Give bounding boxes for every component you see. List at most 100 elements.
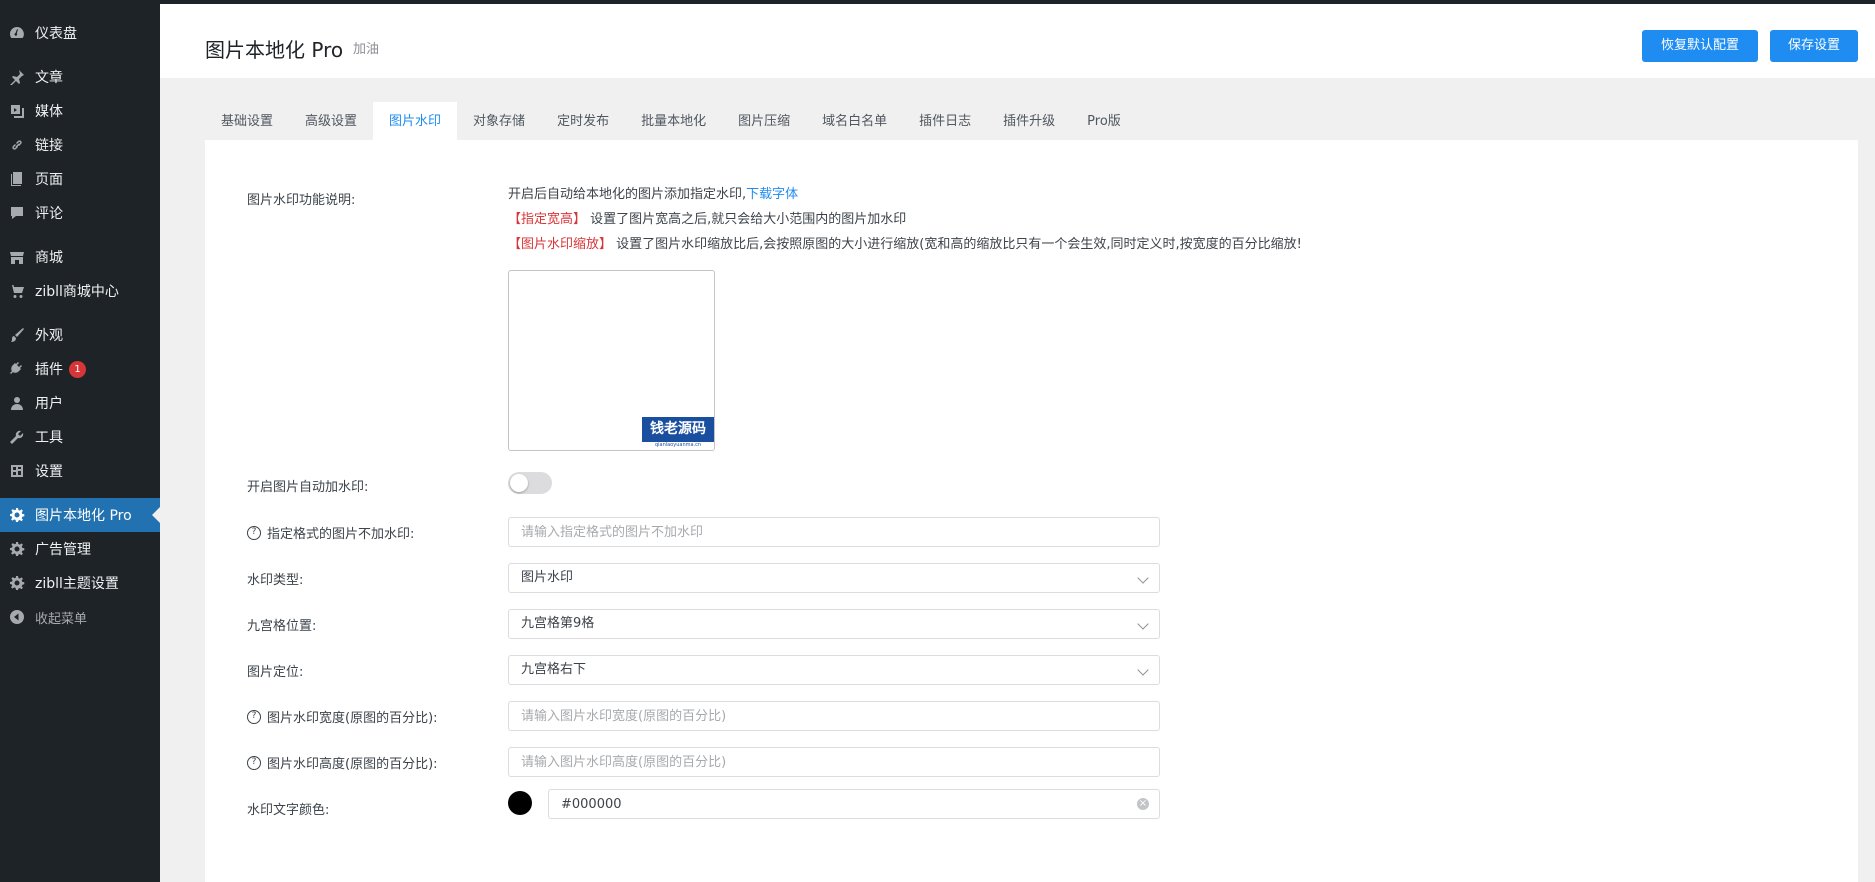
sidebar-item-store[interactable]: 商城 bbox=[0, 240, 160, 274]
admin-menu: 仪表盘 文章 媒体 链接 页面 评论 商城 zibll商城中心 外观 插件 1 … bbox=[0, 0, 160, 634]
clear-icon[interactable]: × bbox=[1137, 798, 1149, 810]
sidebar-item-label: 链接 bbox=[35, 138, 63, 154]
tab-scheduled-publish[interactable]: 定时发布 bbox=[541, 102, 625, 140]
tab-basic-settings[interactable]: 基础设置 bbox=[205, 102, 289, 140]
tab-batch-localize[interactable]: 批量本地化 bbox=[625, 102, 722, 140]
gear-icon bbox=[8, 506, 26, 524]
tab-pro-version[interactable]: Pro版 bbox=[1071, 102, 1137, 140]
watermark-width-input[interactable] bbox=[509, 702, 1153, 730]
exclude-formats-field[interactable] bbox=[508, 517, 1160, 547]
color-swatch[interactable] bbox=[508, 791, 532, 815]
description-line-2: 【指定宽高】 设置了图片宽高之后,就只会给大小范围内的图片加水印 bbox=[508, 212, 907, 227]
watermark-width-label: ? 图片水印宽度(原图的百分比): bbox=[247, 707, 438, 726]
sidebar-item-users[interactable]: 用户 bbox=[0, 386, 160, 420]
page-title: 图片本地化 Pro bbox=[205, 38, 344, 62]
tab-image-watermark[interactable]: 图片水印 bbox=[373, 102, 458, 140]
sidebar-item-label: 评论 bbox=[35, 206, 63, 222]
sidebar-item-label: 页面 bbox=[35, 172, 63, 188]
link-icon bbox=[8, 136, 26, 154]
sidebar-item-zibll-theme-settings[interactable]: zibll主题设置 bbox=[0, 566, 160, 600]
image-position-select[interactable]: 九宫格右下 bbox=[508, 655, 1160, 685]
tab-image-compression[interactable]: 图片压缩 bbox=[722, 102, 806, 140]
tab-advanced-settings[interactable]: 高级设置 bbox=[289, 102, 373, 140]
pin-icon bbox=[8, 68, 26, 86]
auto-watermark-label: 开启图片自动加水印: bbox=[247, 480, 369, 495]
watermark-description: 开启后自动给本地化的图片添加指定水印,下载字体 【指定宽高】 设置了图片宽高之后… bbox=[508, 182, 1302, 257]
exclude-formats-label: ? 指定格式的图片不加水印: bbox=[247, 523, 414, 542]
sidebar-item-media[interactable]: 媒体 bbox=[0, 94, 160, 128]
select-value: 九宫格第9格 bbox=[521, 616, 595, 631]
tab-plugin-upgrade[interactable]: 插件升级 bbox=[987, 102, 1071, 140]
grid-position-select[interactable]: 九宫格第9格 bbox=[508, 609, 1160, 639]
sidebar-item-posts[interactable]: 文章 bbox=[0, 60, 160, 94]
sidebar-item-links[interactable]: 链接 bbox=[0, 128, 160, 162]
sidebar-item-pages[interactable]: 页面 bbox=[0, 162, 160, 196]
chevron-down-icon bbox=[1137, 664, 1149, 676]
dashboard-icon bbox=[8, 24, 26, 42]
sidebar-item-label: 仪表盘 bbox=[35, 26, 77, 42]
sidebar-item-dashboard[interactable]: 仪表盘 bbox=[0, 16, 160, 50]
sidebar-item-label: 插件 bbox=[35, 362, 63, 378]
sidebar-item-zibll-store[interactable]: zibll商城中心 bbox=[0, 274, 160, 308]
auto-watermark-toggle[interactable] bbox=[508, 472, 552, 494]
watermark-preview: 钱老源码 qianlaoyuanma.cn bbox=[508, 270, 715, 451]
download-font-link[interactable]: 下载字体 bbox=[746, 187, 798, 202]
sidebar-item-label: 设置 bbox=[35, 464, 63, 480]
watermark-description-label: 图片水印功能说明: bbox=[247, 193, 356, 208]
sidebar-item-appearance[interactable]: 外观 bbox=[0, 318, 160, 352]
tab-plugin-log[interactable]: 插件日志 bbox=[903, 102, 987, 140]
description-line-3: 【图片水印缩放】 设置了图片水印缩放比后,会按照原图的大小进行缩放(宽和高的缩放… bbox=[508, 237, 1302, 252]
chevron-down-icon bbox=[1137, 618, 1149, 630]
sidebar-item-plugins[interactable]: 插件 1 bbox=[0, 352, 160, 386]
sidebar-item-label: 工具 bbox=[35, 430, 63, 446]
sidebar-item-tools[interactable]: 工具 bbox=[0, 420, 160, 454]
watermark-settings-panel: 图片水印功能说明: 开启后自动给本地化的图片添加指定水印,下载字体 【指定宽高】… bbox=[205, 140, 1858, 882]
image-position-label: 图片定位: bbox=[247, 665, 304, 680]
plugin-icon bbox=[8, 360, 26, 378]
sidebar-item-comments[interactable]: 评论 bbox=[0, 196, 160, 230]
page-subtitle: 加油 bbox=[353, 42, 380, 57]
tab-object-storage[interactable]: 对象存储 bbox=[457, 102, 541, 140]
watermark-height-input[interactable] bbox=[509, 748, 1153, 776]
sidebar-item-label: 外观 bbox=[35, 328, 63, 344]
watermark-logo: 钱老源码 qianlaoyuanma.cn bbox=[642, 417, 714, 448]
update-count-badge: 1 bbox=[69, 360, 86, 378]
media-icon bbox=[8, 102, 26, 120]
tab-domain-whitelist[interactable]: 域名白名单 bbox=[806, 102, 903, 140]
sidebar-item-label: 图片本地化 Pro bbox=[35, 508, 132, 524]
page-icon bbox=[8, 170, 26, 188]
admin-sidebar: 仪表盘 文章 媒体 链接 页面 评论 商城 zibll商城中心 外观 插件 1 … bbox=[0, 0, 160, 882]
text-color-input[interactable] bbox=[549, 790, 1133, 818]
text-color-label: 水印文字颜色: bbox=[247, 803, 330, 818]
watermark-height-field[interactable] bbox=[508, 747, 1160, 777]
restore-defaults-button[interactable]: 恢复默认配置 bbox=[1642, 30, 1758, 62]
description-line-1: 开启后自动给本地化的图片添加指定水印,下载字体 bbox=[508, 187, 799, 202]
exclude-formats-input[interactable] bbox=[509, 518, 1153, 546]
watermark-width-field[interactable] bbox=[508, 701, 1160, 731]
toggle-knob bbox=[510, 474, 528, 492]
help-icon[interactable]: ? bbox=[247, 525, 261, 540]
comment-icon bbox=[8, 204, 26, 222]
sidebar-item-label: zibll商城中心 bbox=[35, 284, 119, 300]
sidebar-item-label: 媒体 bbox=[35, 104, 63, 120]
watermark-type-label: 水印类型: bbox=[247, 573, 304, 588]
select-value: 图片水印 bbox=[521, 570, 574, 585]
help-icon[interactable]: ? bbox=[247, 709, 261, 724]
collapse-menu-button[interactable]: 收起菜单 bbox=[0, 600, 160, 634]
sidebar-item-ad-management[interactable]: 广告管理 bbox=[0, 532, 160, 566]
chevron-down-icon bbox=[1137, 572, 1149, 584]
sidebar-item-label: 商城 bbox=[35, 250, 63, 266]
help-icon[interactable]: ? bbox=[247, 755, 261, 770]
save-settings-button[interactable]: 保存设置 bbox=[1770, 30, 1858, 62]
select-value: 九宫格右下 bbox=[521, 662, 587, 677]
sidebar-item-settings[interactable]: 设置 bbox=[0, 454, 160, 488]
page-header: 图片本地化 Pro 加油 恢复默认配置 保存设置 bbox=[160, 4, 1875, 78]
sidebar-item-label: 文章 bbox=[35, 70, 63, 86]
sidebar-item-image-localize-pro[interactable]: 图片本地化 Pro bbox=[0, 498, 160, 532]
user-icon bbox=[8, 394, 26, 412]
text-color-field[interactable]: × bbox=[548, 789, 1160, 819]
sidebar-item-label: 用户 bbox=[35, 396, 63, 412]
store-icon bbox=[8, 248, 26, 266]
sidebar-item-label: 广告管理 bbox=[35, 542, 91, 558]
watermark-type-select[interactable]: 图片水印 bbox=[508, 563, 1160, 593]
